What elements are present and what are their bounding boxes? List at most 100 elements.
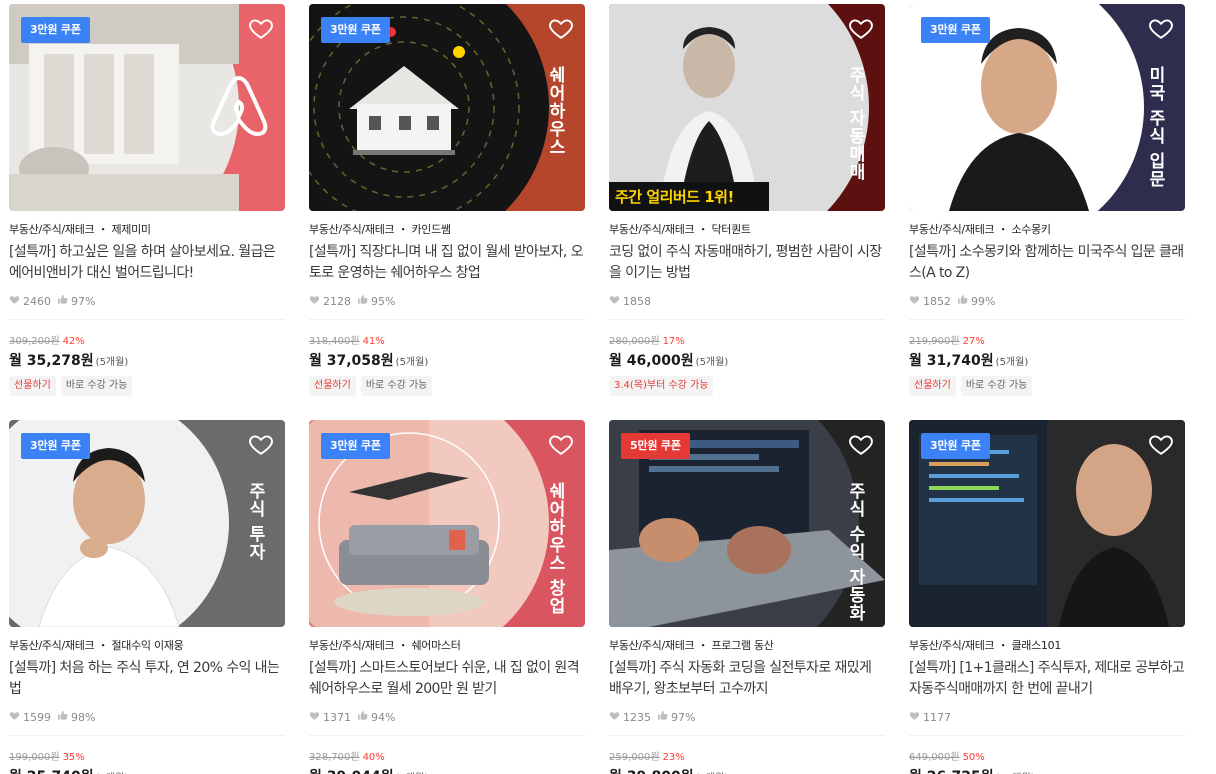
course-card[interactable]: 쉐어하우스 3만원 쿠폰부동산/주식/재테크 ・ 카인드쌤 [설특까] 직장다니며 … [309,4,585,396]
course-card[interactable]: 주식 투자 3만원 쿠폰 부동산/주식/재테크 ・ 절대수익 이재웅 [설특까] 처음… [9,420,285,774]
heart-icon[interactable] [248,15,274,41]
tag-available: 바로 수강 가능 [960,376,1033,396]
heart-icon[interactable] [1148,15,1174,41]
gift-button[interactable]: 선물하기 [909,376,956,396]
heart-small-icon [609,294,623,308]
heart-icon[interactable] [1148,431,1174,457]
course-card[interactable]: 주간 얼리버드 1위! 주식 자동매매 부동산/주식/재테크 ・ 닥터퀀트 코딩 없이… [609,4,885,396]
divider [609,319,885,320]
like-count: 1177 [909,710,951,724]
heart-icon[interactable] [848,431,874,457]
original-price-row: 328,700원 40% [309,748,585,763]
course-card[interactable]: 미국 주식 입문 3만원 쿠폰부동산/주식/재테크 ・ 소수몽키 [설특까] 소수몽… [909,4,1185,396]
course-card[interactable]: 주식 수익 자동화 5만원 쿠폰 부동산/주식/재테크 ・ 프로그램 동산 [설특까]… [609,420,885,774]
like-count: 1852 [909,294,951,308]
course-tags: 선물하기 바로 수강 가능 [9,376,285,396]
like-count: 1599 [9,710,51,724]
thumbs-up-icon [357,710,371,724]
original-price: 199,000원 [9,752,60,763]
like-count-value: 2128 [323,294,351,308]
monthly-price: 월 37,058원 [309,353,394,369]
discount-rate: 40% [362,752,385,763]
course-title[interactable]: [설특까] 하고싶은 일을 하며 살아보세요. 월급은 에어비앤비가 대신 벌어… [9,242,285,284]
coupon-badge: 3만원 쿠폰 [921,433,990,459]
satisfaction-value: 94% [371,710,396,724]
heart-icon[interactable] [548,15,574,41]
divider [909,735,1185,736]
monthly-price-row: 월 39,800원(5개월) [609,766,885,774]
monthly-price-row: 월 31,740원 (5개월) [909,350,1185,369]
gift-button[interactable]: 선물하기 [309,376,356,396]
satisfaction-rate: 97% [57,294,95,308]
discount-rate: 50% [962,752,985,763]
heart-icon[interactable] [548,431,574,457]
course-category: 부동산/주식/재테크 ・ 소수몽키 [909,223,1051,236]
course-title[interactable]: [설특까] 스마트스토어보다 쉬운, 내 집 없이 원격 쉐어하우스로 월세 2… [309,658,585,700]
satisfaction-value: 97% [71,294,96,308]
course-category: 부동산/주식/재테크 ・ 카인드쌤 [309,223,451,236]
monthly-price-row: 월 46,000원 (5개월) [609,350,885,369]
heart-small-icon [309,294,323,308]
thumbnail-side-title: 주식 투자 [245,482,265,561]
course-thumbnail[interactable]: 쉐어하우스 창업 3만원 쿠폰 [309,420,585,627]
like-count: 1858 [609,294,651,308]
like-count: 1371 [309,710,351,724]
course-card[interactable]: 3만원 쿠폰 부동산/주식/재테크 ・ 클래스101 [설특까] [1+1클래스] … [909,420,1185,774]
like-count-value: 1852 [923,294,951,308]
course-title[interactable]: 코딩 없이 주식 자동매매하기, 평범한 사람이 시장을 이기는 방법 [609,242,885,284]
coupon-badge: 5만원 쿠폰 [621,433,690,459]
thumbnail-side-title: 쉐어하우스 [545,66,565,156]
monthly-price-row: 월 26,725원(12개월) [909,766,1185,774]
course-thumbnail[interactable]: 쉐어하우스 3만원 쿠폰 [309,4,585,211]
heart-small-icon [9,294,23,308]
course-category: 부동산/주식/재테크 ・ 쉐어마스터 [309,639,461,652]
like-count-value: 1177 [923,710,951,724]
coupon-badge: 3만원 쿠폰 [321,433,390,459]
course-title[interactable]: [설특까] 처음 하는 주식 투자, 연 20% 수익 내는 법 [9,658,285,700]
course-thumbnail[interactable]: 3만원 쿠폰 [9,4,285,211]
divider [309,319,585,320]
satisfaction-value: 99% [971,294,996,308]
discount-rate: 17% [662,336,685,347]
like-count-value: 1599 [23,710,51,724]
monthly-price-row: 월 25,740원(5개월) [9,766,285,774]
like-count-value: 1235 [623,710,651,724]
like-count-value: 1858 [623,294,651,308]
heart-icon[interactable] [848,15,874,41]
course-stats: 1235 97% [609,710,885,724]
course-category: 부동산/주식/재테크 ・ 제제미미 [9,223,151,236]
gift-button[interactable]: 선물하기 [9,376,56,396]
course-thumbnail[interactable]: 미국 주식 입문 3만원 쿠폰 [909,4,1185,211]
course-title[interactable]: [설특까] 소수몽키와 함께하는 미국주식 입문 클래스(A to Z) [909,242,1185,284]
original-price-row: 199,000원 35% [9,748,285,763]
thumbs-up-icon [57,710,71,724]
like-count: 2128 [309,294,351,308]
original-price: 649,000원 [909,752,960,763]
thumbnail-side-title: 주식 자동매매 [845,66,865,181]
heart-icon[interactable] [248,431,274,457]
monthly-price: 월 31,740원 [909,353,994,369]
heart-small-icon [909,294,923,308]
course-thumbnail[interactable]: 주간 얼리버드 1위! 주식 자동매매 [609,4,885,211]
divider [9,735,285,736]
discount-rate: 23% [662,752,685,763]
course-card[interactable]: 쉐어하우스 창업 3만원 쿠폰부동산/주식/재테크 ・ 쉐어마스터 [설특까] 스마… [309,420,585,774]
monthly-price: 월 26,725원 [909,769,994,774]
thumbs-up-icon [657,710,671,724]
course-title[interactable]: [설특까] [1+1클래스] 주식투자, 제대로 공부하고 자동주식매매까지 한… [909,658,1185,700]
course-thumbnail[interactable]: 3만원 쿠폰 [909,420,1185,627]
thumbs-up-icon [357,294,371,308]
course-title[interactable]: [설특까] 직장다니며 내 집 없이 월세 받아보자, 오토로 운영하는 쉐어하… [309,242,585,284]
thumbnail-photo [609,4,885,211]
course-title[interactable]: [설특까] 주식 자동화 코딩을 실전투자로 재밌게 배우기, 왕초보부터 고수… [609,658,885,700]
satisfaction-value: 97% [671,710,696,724]
monthly-price-row: 월 37,058원 (5개월) [309,350,585,369]
divider [309,735,585,736]
course-stats: 1858 [609,294,885,308]
monthly-price-row: 월 39,044원(5개월) [309,766,585,774]
course-card[interactable]: 3만원 쿠폰부동산/주식/재테크 ・ 제제미미 [설특까] 하고싶은 일을 하며 … [9,4,285,396]
course-thumbnail[interactable]: 주식 투자 3만원 쿠폰 [9,420,285,627]
course-thumbnail[interactable]: 주식 수익 자동화 5만원 쿠폰 [609,420,885,627]
thumbnail-side-title: 쉐어하우스 창업 [545,482,565,615]
divider [609,735,885,736]
